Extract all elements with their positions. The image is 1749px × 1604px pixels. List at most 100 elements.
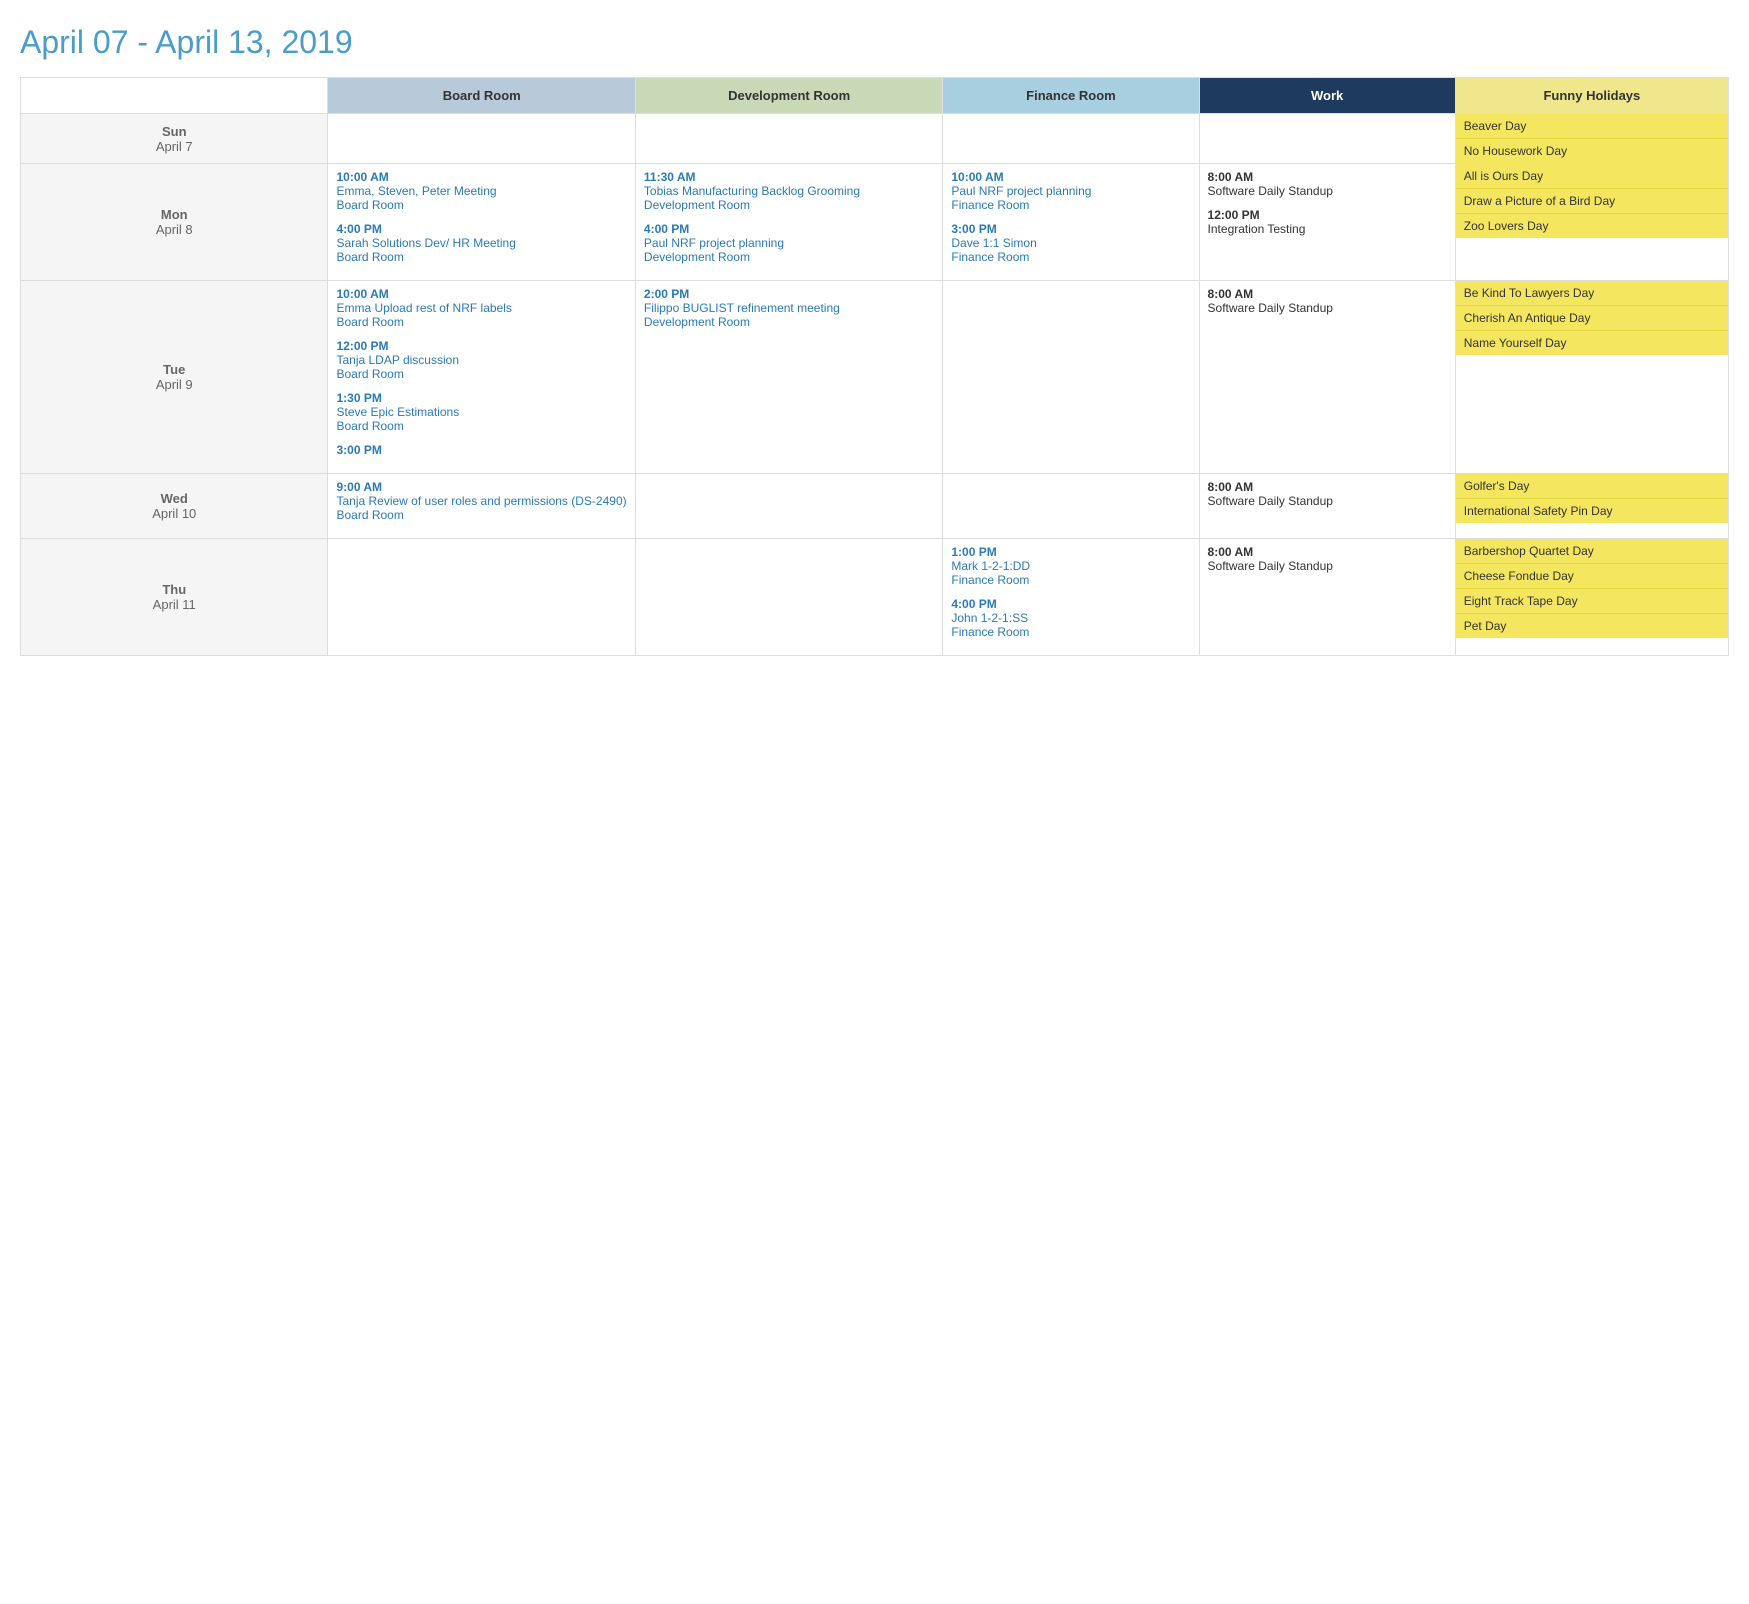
day-name: Mon (161, 207, 188, 222)
funny-cell: Be Kind To Lawyers DayCherish An Antique… (1455, 281, 1728, 474)
event-location: Board Room (336, 198, 626, 212)
header-board: Board Room (328, 78, 635, 114)
event-block[interactable]: 1:00 PM Mark 1-2-1:DD Finance Room (951, 545, 1190, 587)
board-cell: 10:00 AM Emma, Steven, Peter Meeting Boa… (328, 164, 635, 281)
event-block[interactable]: 9:00 AM Tanja Review of user roles and p… (336, 480, 626, 522)
header-work: Work (1199, 78, 1455, 114)
work-event-time: 8:00 AM (1208, 480, 1447, 494)
event-block[interactable]: 10:00 AM Emma, Steven, Peter Meeting Boa… (336, 170, 626, 212)
day-date: April 9 (156, 377, 193, 392)
event-title: Tanja Review of user roles and permissio… (336, 494, 626, 508)
day-name: Thu (162, 582, 186, 597)
funny-cell: Barbershop Quartet DayCheese Fondue DayE… (1455, 539, 1728, 656)
calendar-body: SunApril 7Beaver DayNo Housework DayMonA… (21, 114, 1729, 656)
dev-cell: 11:30 AM Tobias Manufacturing Backlog Gr… (635, 164, 942, 281)
finance-cell (943, 474, 1199, 539)
event-block[interactable]: 3:00 PM (336, 443, 626, 457)
event-location: Board Room (336, 508, 626, 522)
day-label: TueApril 9 (21, 281, 328, 474)
event-location: Finance Room (951, 573, 1190, 587)
holiday-item[interactable]: Zoo Lovers Day (1456, 214, 1728, 238)
finance-cell: 1:00 PM Mark 1-2-1:DD Finance Room 4:00 P… (943, 539, 1199, 656)
event-title: Steve Epic Estimations (336, 405, 626, 419)
work-cell: 8:00 AM Software Daily Standup (1199, 281, 1455, 474)
work-event-block[interactable]: 8:00 AM Software Daily Standup (1208, 480, 1447, 508)
event-time: 10:00 AM (951, 170, 1190, 184)
event-block[interactable]: 2:00 PM Filippo BUGLIST refinement meeti… (644, 287, 934, 329)
event-location: Board Room (336, 367, 626, 381)
holiday-item[interactable]: Cherish An Antique Day (1456, 306, 1728, 331)
event-block[interactable]: 12:00 PM Tanja LDAP discussion Board Roo… (336, 339, 626, 381)
holiday-item[interactable]: Draw a Picture of a Bird Day (1456, 189, 1728, 214)
event-block[interactable]: 3:00 PM Dave 1:1 Simon Finance Room (951, 222, 1190, 264)
event-time: 2:00 PM (644, 287, 934, 301)
board-cell (328, 539, 635, 656)
work-event-block[interactable]: 8:00 AM Software Daily Standup (1208, 287, 1447, 315)
event-block[interactable]: 4:00 PM Paul NRF project planning Develo… (644, 222, 934, 264)
day-label: ThuApril 11 (21, 539, 328, 656)
event-time: 4:00 PM (951, 597, 1190, 611)
event-block[interactable]: 10:00 AM Emma Upload rest of NRF labels … (336, 287, 626, 329)
event-title: Tobias Manufacturing Backlog Grooming (644, 184, 934, 198)
holiday-item[interactable]: Cheese Fondue Day (1456, 564, 1728, 589)
holiday-item[interactable]: International Safety Pin Day (1456, 499, 1728, 523)
header-day (21, 78, 328, 114)
event-time: 3:00 PM (336, 443, 626, 457)
holiday-item[interactable]: Barbershop Quartet Day (1456, 539, 1728, 564)
event-time: 9:00 AM (336, 480, 626, 494)
work-cell: 8:00 AM Software Daily Standup 12:00 PM I… (1199, 164, 1455, 281)
work-event-title: Software Daily Standup (1208, 494, 1447, 508)
work-event-title: Software Daily Standup (1208, 184, 1447, 198)
holiday-item[interactable]: Eight Track Tape Day (1456, 589, 1728, 614)
holiday-item[interactable]: Be Kind To Lawyers Day (1456, 281, 1728, 306)
holiday-item[interactable]: Beaver Day (1456, 114, 1728, 139)
header-dev: Development Room (635, 78, 942, 114)
event-location: Development Room (644, 198, 934, 212)
event-location: Board Room (336, 250, 626, 264)
day-name: Sun (162, 124, 187, 139)
day-label: SunApril 7 (21, 114, 328, 164)
work-event-title: Integration Testing (1208, 222, 1447, 236)
day-date: April 10 (152, 506, 196, 521)
event-block[interactable]: 4:00 PM John 1-2-1:SS Finance Room (951, 597, 1190, 639)
day-date: April 7 (156, 139, 193, 154)
work-event-block[interactable]: 8:00 AM Software Daily Standup (1208, 545, 1447, 573)
event-location: Development Room (644, 315, 934, 329)
board-cell: 9:00 AM Tanja Review of user roles and p… (328, 474, 635, 539)
event-time: 12:00 PM (336, 339, 626, 353)
event-time: 4:00 PM (336, 222, 626, 236)
work-event-time: 8:00 AM (1208, 545, 1447, 559)
holiday-item[interactable]: All is Ours Day (1456, 164, 1728, 189)
finance-cell (943, 114, 1199, 164)
calendar-header: Board Room Development Room Finance Room… (21, 78, 1729, 114)
work-event-title: Software Daily Standup (1208, 301, 1447, 315)
event-block[interactable]: 1:30 PM Steve Epic Estimations Board Roo… (336, 391, 626, 433)
event-title: Paul NRF project planning (644, 236, 934, 250)
day-name: Tue (163, 362, 185, 377)
calendar-row: ThuApril 11 1:00 PM Mark 1-2-1:DD Finance… (21, 539, 1729, 656)
holiday-item[interactable]: Golfer's Day (1456, 474, 1728, 499)
event-title: Emma, Steven, Peter Meeting (336, 184, 626, 198)
day-label: MonApril 8 (21, 164, 328, 281)
event-block[interactable]: 11:30 AM Tobias Manufacturing Backlog Gr… (644, 170, 934, 212)
funny-cell: Golfer's DayInternational Safety Pin Day (1455, 474, 1728, 539)
work-cell: 8:00 AM Software Daily Standup (1199, 474, 1455, 539)
finance-cell: 10:00 AM Paul NRF project planning Finan… (943, 164, 1199, 281)
holiday-item[interactable]: No Housework Day (1456, 139, 1728, 163)
calendar-row: TueApril 910:00 AM Emma Upload rest of N… (21, 281, 1729, 474)
dev-cell (635, 114, 942, 164)
work-event-block[interactable]: 8:00 AM Software Daily Standup (1208, 170, 1447, 198)
event-location: Finance Room (951, 198, 1190, 212)
day-date: April 8 (156, 222, 193, 237)
holiday-item[interactable]: Pet Day (1456, 614, 1728, 638)
day-name: Wed (161, 491, 188, 506)
event-block[interactable]: 4:00 PM Sarah Solutions Dev/ HR Meeting … (336, 222, 626, 264)
work-event-block[interactable]: 12:00 PM Integration Testing (1208, 208, 1447, 236)
holiday-item[interactable]: Name Yourself Day (1456, 331, 1728, 355)
event-time: 10:00 AM (336, 287, 626, 301)
work-cell: 8:00 AM Software Daily Standup (1199, 539, 1455, 656)
event-time: 11:30 AM (644, 170, 934, 184)
event-block[interactable]: 10:00 AM Paul NRF project planning Finan… (951, 170, 1190, 212)
board-cell (328, 114, 635, 164)
work-event-time: 8:00 AM (1208, 170, 1447, 184)
